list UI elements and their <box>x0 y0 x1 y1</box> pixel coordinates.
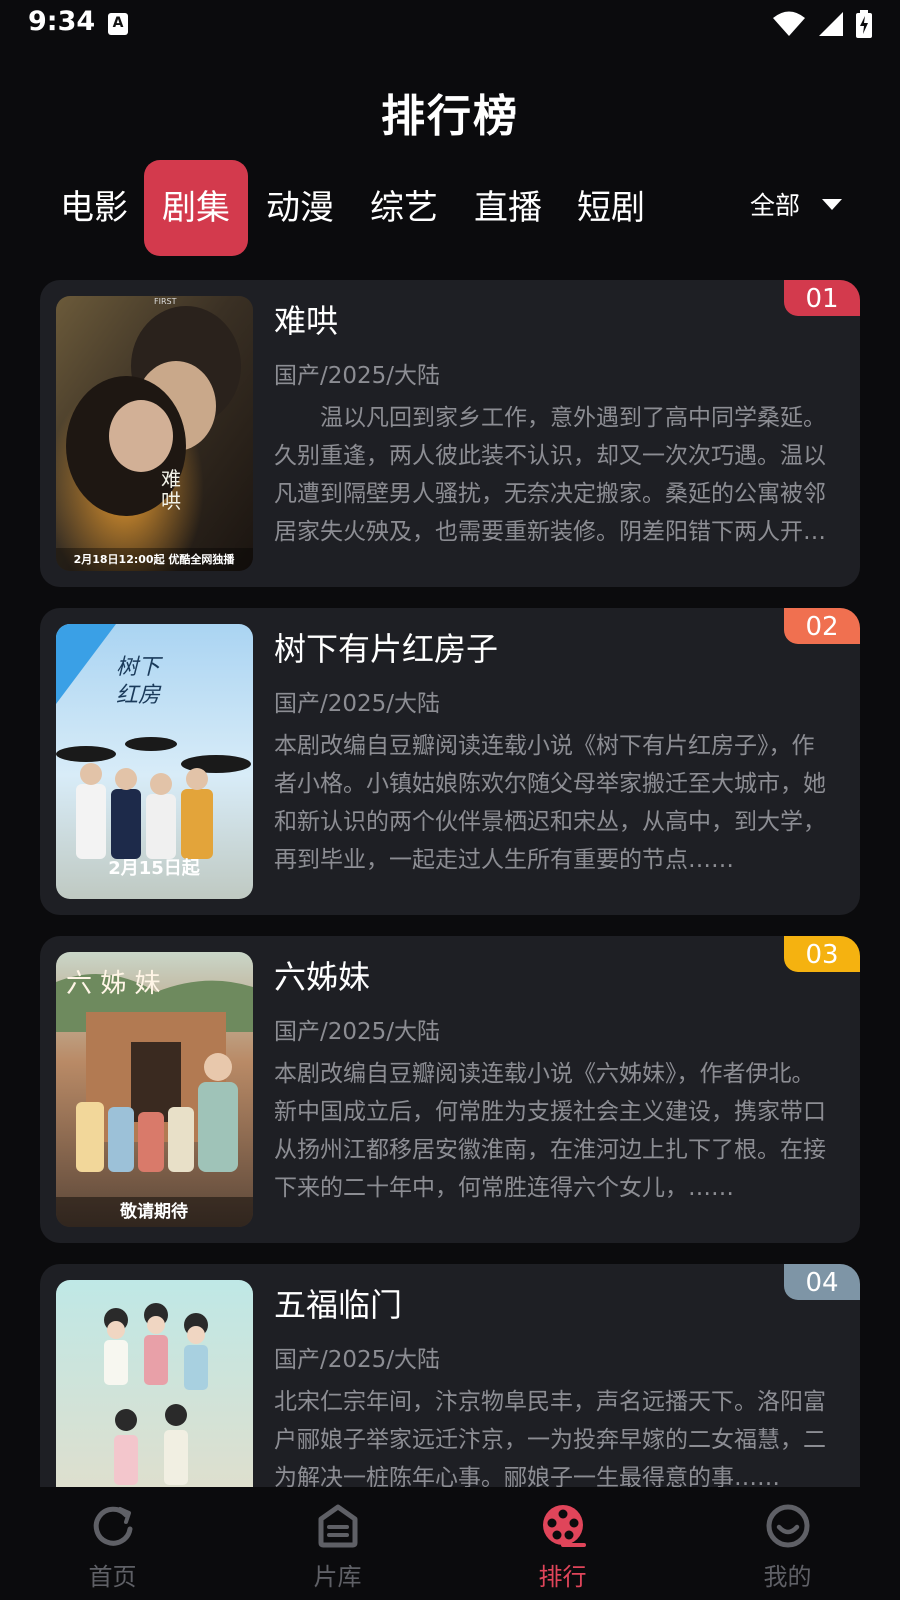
item-description: 温以凡回到家乡工作，意外遇到了高中同学桑延。久别重逢，两人彼此装不认识，却又一次… <box>274 405 826 545</box>
item-meta: 国产/2025/大陆 <box>274 363 441 389</box>
svg-text:红房: 红房 <box>116 683 162 708</box>
tab-anime[interactable]: 动漫 <box>248 160 352 256</box>
ranking-card[interactable]: 03 六 姊 妹 敬请期待 六姊妹 国产/2025/大陆 本剧改编自豆瓣阅读连载… <box>40 936 860 1243</box>
nav-label: 片库 <box>313 1563 362 1591</box>
ranking-card[interactable]: 01 FIRST 难 哄 2月18日12:00起 优酷全网独播 难哄 国产/20… <box>40 280 860 587</box>
filter-label: 全部 <box>750 191 801 220</box>
tab-short-drama[interactable]: 短剧 <box>559 160 663 256</box>
svg-text:树下: 树下 <box>116 655 164 680</box>
poster-image[interactable]: 五福 <box>56 1280 253 1487</box>
nav-ranking[interactable]: 排行 <box>450 1501 675 1592</box>
caret-down-icon <box>822 198 843 210</box>
ranking-card[interactable]: 04 五福临门 国产/2025/大陆 北宋仁宗年间，汴京物阜民丰，声名远播天下。… <box>40 1264 860 1487</box>
region-filter-dropdown[interactable]: 全部 <box>750 186 843 222</box>
nav-profile[interactable]: 我的 <box>675 1501 900 1592</box>
tab-series[interactable]: 剧集 <box>144 160 248 256</box>
tab-variety[interactable]: 综艺 <box>352 160 456 256</box>
nav-label: 排行 <box>538 1563 587 1591</box>
nav-label: 我的 <box>763 1563 812 1591</box>
item-title[interactable]: 树下有片红房子 <box>274 624 834 674</box>
home-refresh-icon <box>93 1506 132 1546</box>
nav-label: 首页 <box>88 1563 137 1591</box>
page-title: 排行榜 <box>381 91 519 142</box>
card-info: 六姊妹 国产/2025/大陆 本剧改编自豆瓣阅读连载小说《六姊妹》，作者伊北。新… <box>274 952 834 1207</box>
ranking-film-reel-icon <box>542 1505 586 1547</box>
status-bar: 9:34 A <box>0 0 900 48</box>
ranking-list[interactable]: 01 FIRST 难 哄 2月18日12:00起 优酷全网独播 难哄 国产/20… <box>40 280 860 1487</box>
card-info: 难哄 国产/2025/大陆 温以凡回到家乡工作，意外遇到了高中同学桑延。久别重逢… <box>274 296 834 551</box>
card-info: 五福临门 国产/2025/大陆 北宋仁宗年间，汴京物阜民丰，声名远播天下。洛阳富… <box>274 1280 834 1487</box>
item-description: 本剧改编自豆瓣阅读连载小说《树下有片红房子》，作者小格。小镇姑娘陈欢尔随父母举家… <box>274 733 826 873</box>
bottom-nav: 首页 片库 排行 我的 <box>0 1487 900 1600</box>
poster-image[interactable]: 六 姊 妹 敬请期待 <box>56 952 253 1227</box>
svg-text:哄: 哄 <box>161 489 181 513</box>
poster-caption: 2月18日12:00起 优酷全网独播 <box>74 552 236 566</box>
item-meta: 国产/2025/大陆 <box>274 1019 441 1045</box>
battery-icon <box>856 10 872 38</box>
item-meta: 国产/2025/大陆 <box>274 691 441 717</box>
item-meta: 国产/2025/大陆 <box>274 1347 441 1373</box>
wifi-icon <box>773 11 805 36</box>
svg-text:难: 难 <box>161 467 181 491</box>
svg-text:六 姊 妹: 六 姊 妹 <box>66 969 161 999</box>
item-description: 北宋仁宗年间，汴京物阜民丰，声名远播天下。洛阳富户郦娘子举家远迁汴京，一为投奔早… <box>274 1389 826 1487</box>
nav-library[interactable]: 片库 <box>225 1501 450 1592</box>
poster-image[interactable]: 树下 红房 2月15日起 <box>56 624 253 899</box>
item-description: 本剧改编自豆瓣阅读连载小说《六姊妹》，作者伊北。新中国成立后，何常胜为支援社会主… <box>274 1061 826 1201</box>
svg-text:FIRST: FIRST <box>154 297 177 306</box>
poster-image[interactable]: FIRST 难 哄 2月18日12:00起 优酷全网独播 <box>56 296 253 571</box>
status-time: 9:34 <box>28 6 96 37</box>
profile-smile-icon <box>766 1504 809 1548</box>
poster-caption: 2月15日起 <box>108 857 201 879</box>
tab-movie[interactable]: 电影 <box>42 160 146 256</box>
tab-live[interactable]: 直播 <box>456 160 560 256</box>
poster-caption: 敬请期待 <box>119 1201 188 1222</box>
ranking-card[interactable]: 02 树下 红房 2月15日起 树下有片红房子 国产/2025/大陆 本剧改编自… <box>40 608 860 915</box>
item-title[interactable]: 五福临门 <box>274 1280 834 1330</box>
card-info: 树下有片红房子 国产/2025/大陆 本剧改编自豆瓣阅读连载小说《树下有片红房子… <box>274 624 834 879</box>
status-icons <box>772 10 872 38</box>
item-title[interactable]: 难哄 <box>274 296 834 346</box>
library-icon <box>318 1504 357 1548</box>
item-title[interactable]: 六姊妹 <box>274 952 834 1002</box>
notification-a-icon: A <box>108 13 128 35</box>
cellular-signal-icon <box>819 12 843 36</box>
nav-home[interactable]: 首页 <box>0 1501 225 1592</box>
